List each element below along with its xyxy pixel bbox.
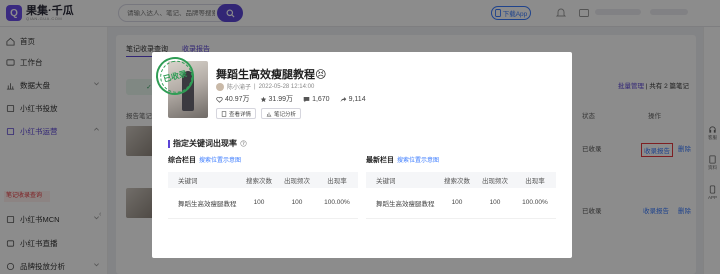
document-icon <box>221 110 227 117</box>
keyword-cell: 舞蹈生高效瘦腿教程 <box>168 188 240 219</box>
appear-rate-cell: 100.00% <box>316 188 358 219</box>
comprehensive-keyword-table: 关键词 搜索次数 出现频次 出现率 舞蹈生高效瘦腿教程 100 100 100.… <box>168 172 358 219</box>
help-icon[interactable]: ? <box>240 140 247 147</box>
column-header-keyword: 关键词 <box>168 172 240 188</box>
stat-comments: 1,670 <box>303 94 330 104</box>
latest-header: 最新栏目 搜索位置示意图 <box>366 155 439 165</box>
heart-icon <box>216 96 223 103</box>
column-header-keyword: 关键词 <box>366 172 438 188</box>
table-row: 舞蹈生高效瘦腿教程 100 100 100.00% <box>168 188 358 219</box>
column-header-appear-freq: 出现频次 <box>476 172 514 188</box>
comprehensive-header: 综合栏目 搜索位置示意图 <box>168 155 241 165</box>
search-count-cell: 100 <box>240 188 278 219</box>
keyword-section-title: 指定关键词出现率 ? <box>168 138 247 149</box>
note-stats: 40.97万 31.99万 1,670 9,114 <box>216 94 366 104</box>
latest-keyword-table: 关键词 搜索次数 出现频次 出现率 舞蹈生高效瘦腿教程 100 100 100.… <box>366 172 556 219</box>
column-header-appear-rate: 出现率 <box>514 172 556 188</box>
comprehensive-title: 综合栏目 <box>168 157 196 164</box>
column-header-appear-rate: 出现率 <box>316 172 358 188</box>
note-action-buttons: 查看详情 笔记分析 <box>216 108 302 119</box>
appear-rate-cell: 100.00% <box>514 188 556 219</box>
author-name[interactable]: 陈小渝子 <box>227 82 251 91</box>
keyword-cell: 舞蹈生高效瘦腿教程 <box>366 188 438 219</box>
latest-title: 最新栏目 <box>366 157 394 164</box>
appear-freq-cell: 100 <box>278 188 316 219</box>
author-row: 陈小渝子 | 2022-05-28 12:14:00 <box>216 82 314 91</box>
column-header-appear-freq: 出现频次 <box>278 172 316 188</box>
comment-icon <box>303 96 310 102</box>
note-title: 舞蹈生高效瘦腿教程😣 <box>216 69 327 81</box>
appear-freq-cell: 100 <box>476 188 514 219</box>
table-row: 舞蹈生高效瘦腿教程 100 100 100.00% <box>366 188 556 219</box>
star-icon <box>260 96 266 102</box>
column-header-search-count: 搜索次数 <box>438 172 476 188</box>
view-detail-button[interactable]: 查看详情 <box>216 108 257 119</box>
column-header-search-count: 搜索次数 <box>240 172 278 188</box>
comprehensive-position-link[interactable]: 搜索位置示意图 <box>199 158 241 164</box>
stat-shares: 9,114 <box>340 94 366 104</box>
publish-time: 2022-05-28 12:14:00 <box>258 83 315 90</box>
share-icon <box>340 96 346 102</box>
stamp-text: 已收录 <box>162 68 188 84</box>
stat-likes: 40.97万 <box>216 94 250 104</box>
latest-position-link[interactable]: 搜索位置示意图 <box>397 158 439 164</box>
avatar <box>216 82 224 91</box>
stat-collects: 31.99万 <box>260 94 293 104</box>
note-report-modal: 已收录 舞蹈生高效瘦腿教程😣 陈小渝子 | 2022-05-28 12:14:0… <box>152 52 572 258</box>
search-count-cell: 100 <box>438 188 476 219</box>
note-analysis-button[interactable]: 笔记分析 <box>261 108 302 119</box>
analysis-icon <box>266 112 272 117</box>
